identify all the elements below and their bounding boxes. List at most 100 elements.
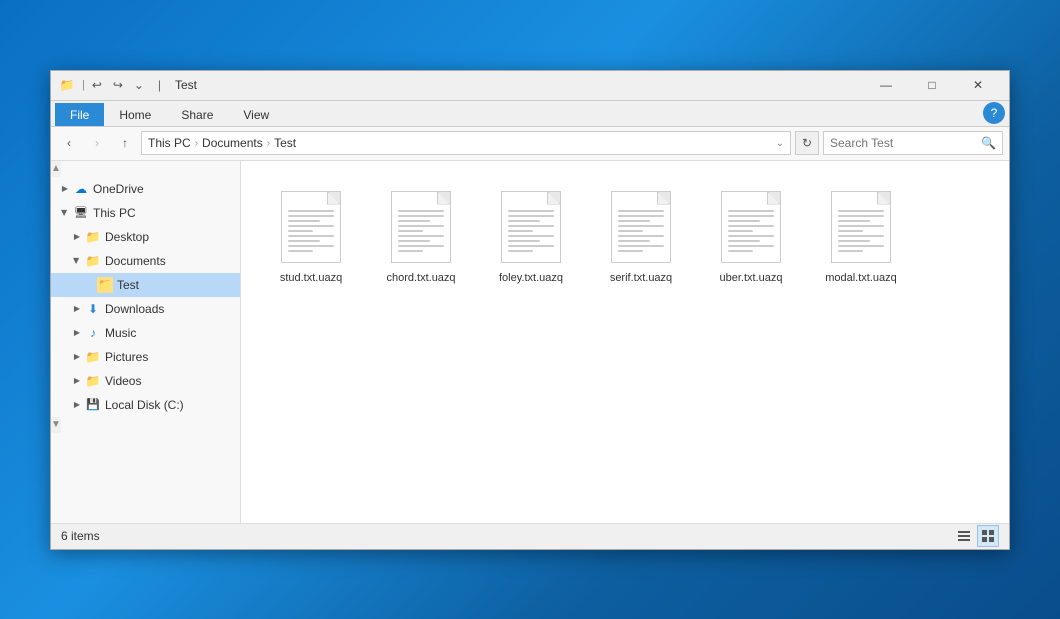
- file-item-stud[interactable]: stud.txt.uazq: [261, 181, 361, 291]
- tab-file[interactable]: File: [55, 103, 104, 126]
- videos-icon: 📁: [85, 373, 101, 389]
- file-icon-shape-uber: [721, 191, 781, 263]
- sidebar-scroll-down[interactable]: ▼: [51, 417, 61, 433]
- address-bar[interactable]: This PC › Documents › Test ⌄: [141, 131, 791, 155]
- search-icon: 🔍: [981, 136, 996, 150]
- sidebar-item-thispc[interactable]: ▶ 🖥 This PC: [51, 201, 240, 225]
- line: [288, 220, 320, 222]
- line: [398, 225, 444, 227]
- large-icons-view-button[interactable]: [977, 525, 999, 547]
- file-corner-modal: [878, 192, 890, 204]
- quick-access-btn-2[interactable]: ↪: [109, 76, 127, 94]
- breadcrumb: This PC › Documents › Test: [148, 136, 296, 150]
- line: [728, 240, 760, 242]
- line: [398, 210, 444, 212]
- sidebar-item-desktop[interactable]: ▶ 📁 Desktop: [51, 225, 240, 249]
- sidebar-label-desktop: Desktop: [105, 230, 149, 244]
- sidebar-item-pictures[interactable]: ▶ 📁 Pictures: [51, 345, 240, 369]
- line: [288, 250, 313, 252]
- line: [288, 215, 334, 217]
- pictures-icon: 📁: [85, 349, 101, 365]
- line: [288, 210, 334, 212]
- sidebar-label-thispc: This PC: [93, 206, 136, 220]
- file-corner-serif: [658, 192, 670, 204]
- line: [838, 230, 863, 232]
- file-name-foley: foley.txt.uazq: [499, 271, 563, 285]
- line: [508, 210, 554, 212]
- help-button[interactable]: ?: [983, 102, 1005, 124]
- line: [398, 220, 430, 222]
- file-item-uber[interactable]: uber.txt.uazq: [701, 181, 801, 291]
- downloads-icon: ⬇: [85, 301, 101, 317]
- line: [508, 250, 533, 252]
- sidebar-item-videos[interactable]: ▶ 📁 Videos: [51, 369, 240, 393]
- file-item-serif[interactable]: serif.txt.uazq: [591, 181, 691, 291]
- sidebar-item-downloads[interactable]: ▶ ⬇ Downloads: [51, 297, 240, 321]
- item-count: 6 items: [61, 529, 100, 543]
- line: [728, 245, 774, 247]
- file-corner-fill-stud: [328, 192, 340, 204]
- file-item-foley[interactable]: foley.txt.uazq: [481, 181, 581, 291]
- desktop-icon: 📁: [85, 229, 101, 245]
- expand-arrow-downloads: ▶: [71, 303, 83, 315]
- line: [508, 245, 554, 247]
- line: [728, 210, 774, 212]
- window-controls: — □ ✕: [863, 70, 1001, 100]
- line: [508, 215, 554, 217]
- expand-arrow-desktop: ▶: [71, 231, 83, 243]
- line: [728, 225, 774, 227]
- search-bar[interactable]: 🔍: [823, 131, 1003, 155]
- file-name-chord: chord.txt.uazq: [386, 271, 455, 285]
- expand-arrow-videos: ▶: [71, 375, 83, 387]
- file-corner-chord: [438, 192, 450, 204]
- expand-arrow-localdisk: ▶: [71, 399, 83, 411]
- up-button[interactable]: ↑: [113, 131, 137, 155]
- file-name-stud: stud.txt.uazq: [280, 271, 342, 285]
- file-item-chord[interactable]: chord.txt.uazq: [371, 181, 471, 291]
- refresh-button[interactable]: ↻: [795, 131, 819, 155]
- file-grid: stud.txt.uazq: [251, 171, 999, 301]
- title-bar-sep: |: [158, 78, 161, 92]
- file-explorer-window: 📁 | ↩ ↪ ⌄ | Test — □ ✕ File Home Share V…: [50, 70, 1010, 550]
- line: [288, 240, 320, 242]
- tab-share[interactable]: Share: [166, 103, 228, 126]
- breadcrumb-thispc[interactable]: This PC: [148, 136, 191, 150]
- file-item-modal[interactable]: modal.txt.uazq: [811, 181, 911, 291]
- expand-arrow-documents: ▶: [71, 255, 83, 267]
- sidebar-item-documents[interactable]: ▶ 📁 Documents: [51, 249, 240, 273]
- tab-view[interactable]: View: [228, 103, 284, 126]
- line: [508, 240, 540, 242]
- search-input[interactable]: [830, 136, 977, 150]
- line: [728, 250, 753, 252]
- file-icon-shape-stud: [281, 191, 341, 263]
- maximize-button[interactable]: □: [909, 70, 955, 100]
- sidebar-item-onedrive[interactable]: ▶ ☁ OneDrive: [51, 177, 240, 201]
- sidebar-scroll-up[interactable]: ▲: [51, 161, 61, 177]
- line: [508, 230, 533, 232]
- forward-button[interactable]: ›: [85, 131, 109, 155]
- title-separator: |: [82, 79, 85, 91]
- sidebar-label-onedrive: OneDrive: [93, 182, 144, 196]
- quick-access-btn-3[interactable]: ⌄: [130, 76, 148, 94]
- title-quick-access: 📁 | ↩ ↪ ⌄: [59, 76, 148, 94]
- sidebar-item-music[interactable]: ▶ ♪ Music: [51, 321, 240, 345]
- line: [618, 240, 650, 242]
- breadcrumb-documents[interactable]: Documents: [202, 136, 263, 150]
- line: [728, 230, 753, 232]
- sidebar-item-test[interactable]: ▶ 📁 Test: [51, 273, 240, 297]
- view-controls: [953, 525, 999, 547]
- line: [838, 250, 863, 252]
- breadcrumb-test[interactable]: Test: [274, 136, 296, 150]
- quick-access-btn-1[interactable]: ↩: [88, 76, 106, 94]
- details-view-button[interactable]: [953, 525, 975, 547]
- back-button[interactable]: ‹: [57, 131, 81, 155]
- tab-home[interactable]: Home: [104, 103, 166, 126]
- line: [398, 235, 444, 237]
- line: [618, 250, 643, 252]
- line: [508, 235, 554, 237]
- sidebar-item-localdisk[interactable]: ▶ 💾 Local Disk (C:): [51, 393, 240, 417]
- minimize-button[interactable]: —: [863, 70, 909, 100]
- line: [398, 215, 444, 217]
- close-button[interactable]: ✕: [955, 70, 1001, 100]
- sidebar-label-videos: Videos: [105, 374, 141, 388]
